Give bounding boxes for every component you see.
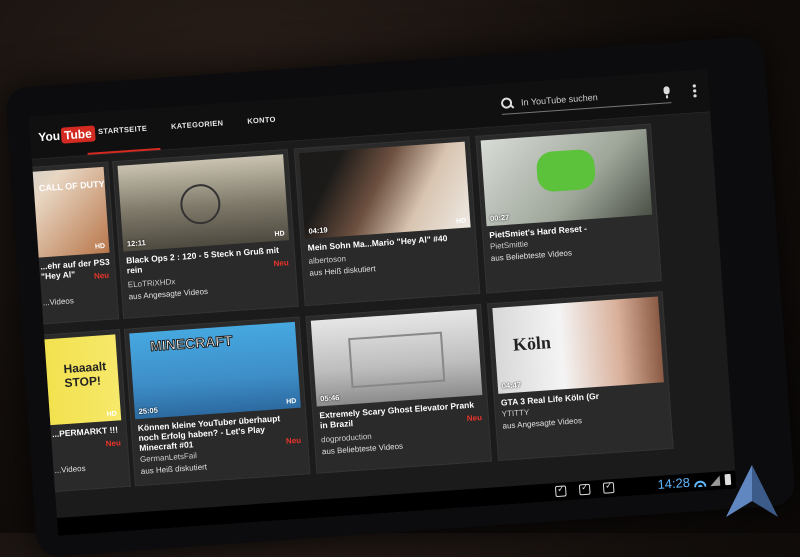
new-badge: Neu: [273, 258, 289, 269]
video-source: aus Beliebteste Videos: [490, 248, 573, 264]
video-source: ...Videos: [54, 463, 86, 475]
tab-bar: STARTSEITE KATEGORIEN KONTO: [84, 99, 289, 155]
new-badge: Neu: [105, 438, 122, 449]
video-duration: 25:05: [138, 405, 159, 416]
video-duration: 04:19: [308, 225, 328, 236]
signal-icon: [709, 475, 721, 487]
tablet-device: You Tube STARTSEITE KATEGORIEN KONTO CAL…: [4, 35, 796, 557]
hd-badge: HD: [286, 397, 297, 406]
tab-startseite[interactable]: STARTSEITE: [84, 107, 161, 155]
controller-graphic: [535, 148, 597, 193]
thumbnail-text: Haaaalt STOP!: [63, 359, 107, 391]
search-icon[interactable]: [501, 97, 514, 110]
thumbnail-text: MINECRAFT: [149, 332, 233, 355]
video-thumbnail[interactable]: 12:11 HD: [117, 154, 290, 252]
video-thumbnail[interactable]: Haaaalt STOP! HD: [28, 334, 122, 432]
video-title[interactable]: Können kleine YouTuber überhaupt noch Er…: [137, 412, 299, 453]
hd-badge: HD: [94, 242, 106, 251]
search-bar: [500, 82, 672, 115]
video-title[interactable]: ...PERMARKT !!!: [52, 424, 123, 439]
logo-you: You: [37, 128, 61, 145]
video-channel[interactable]: albertoson: [308, 254, 346, 266]
new-badge: Neu: [466, 413, 483, 424]
tablet-screen: You Tube STARTSEITE KATEGORIEN KONTO CAL…: [28, 69, 737, 536]
elevator-graphic: [348, 331, 446, 389]
video-source: aus Heiß diskutiert: [309, 264, 376, 278]
new-badge: Neu: [93, 270, 110, 281]
video-card[interactable]: Haaaalt STOP! HD ...PERMARKT !!! Neu ...…: [28, 329, 131, 499]
video-duration: 12:11: [126, 238, 147, 249]
video-channel[interactable]: YTITTY: [501, 408, 529, 419]
video-card[interactable]: 05:46 Extremely Scary Ghost Elevator Pra…: [305, 303, 493, 474]
video-card[interactable]: 00:27 PietSmiet's Hard Reset - PietSmitt…: [475, 123, 662, 294]
thumbnail-text: Köln: [512, 332, 552, 355]
video-card[interactable]: MINECRAFT 25:05 HD Können kleine YouTube…: [123, 316, 311, 487]
tab-kategorien[interactable]: KATEGORIEN: [158, 103, 237, 150]
notification-icon[interactable]: [578, 483, 591, 496]
overflow-menu-icon[interactable]: [692, 83, 698, 98]
video-card[interactable]: 12:11 HD Black Ops 2 : 120 - 5 Steck n G…: [112, 148, 299, 319]
watermark-logo-icon: [726, 465, 778, 517]
video-channel[interactable]: ELoTRiXHDx: [128, 277, 176, 289]
tab-konto[interactable]: KONTO: [234, 99, 289, 145]
notification-icon[interactable]: [602, 482, 615, 494]
video-thumbnail[interactable]: Köln 04:47: [492, 296, 664, 394]
wifi-icon: [693, 476, 707, 488]
video-card[interactable]: CALL OF DUTY HD ...ehr auf der PS3 "Hey …: [28, 161, 120, 332]
video-card[interactable]: 04:19 HD Mein Sohn Ma...Mario "Hey Al" #…: [293, 136, 481, 307]
video-source: aus Beliebteste Videos: [321, 441, 404, 457]
video-grid: CALL OF DUTY HD ...ehr auf der PS3 "Hey …: [28, 117, 735, 524]
clock[interactable]: 14:28: [657, 475, 691, 492]
video-duration: 05:46: [319, 392, 340, 404]
new-badge: Neu: [285, 435, 302, 446]
video-source: aus Heiß diskutiert: [140, 462, 208, 476]
video-channel[interactable]: dogproduction: [321, 432, 372, 445]
video-duration: 00:27: [489, 212, 510, 223]
hd-badge: HD: [106, 410, 118, 419]
notification-icon[interactable]: [554, 485, 567, 498]
video-channel[interactable]: GermanLetsFail: [140, 451, 197, 464]
video-source: aus Angesagte Videos: [128, 286, 209, 302]
video-channel[interactable]: PietSmittie: [490, 239, 529, 251]
microphone-icon[interactable]: [662, 86, 671, 99]
video-source: aus Angesagte Videos: [502, 416, 583, 431]
hd-badge: HD: [455, 217, 467, 226]
video-thumbnail[interactable]: 05:46: [310, 309, 483, 407]
video-thumbnail[interactable]: CALL OF DUTY HD: [28, 166, 110, 265]
hd-badge: HD: [274, 230, 285, 239]
search-input[interactable]: [520, 88, 658, 108]
video-source: ...Videos: [42, 296, 75, 308]
video-duration: 04:47: [501, 380, 522, 391]
video-thumbnail[interactable]: 04:19 HD: [299, 141, 471, 239]
thumbnail-text: CALL OF DUTY: [38, 178, 105, 194]
video-card[interactable]: Köln 04:47 GTA 3 Real Life Köln (Gr YTIT…: [487, 291, 674, 462]
video-thumbnail[interactable]: 00:27: [480, 128, 653, 227]
video-thumbnail[interactable]: MINECRAFT 25:05 HD: [129, 321, 301, 420]
crosshair-graphic: [179, 182, 222, 226]
